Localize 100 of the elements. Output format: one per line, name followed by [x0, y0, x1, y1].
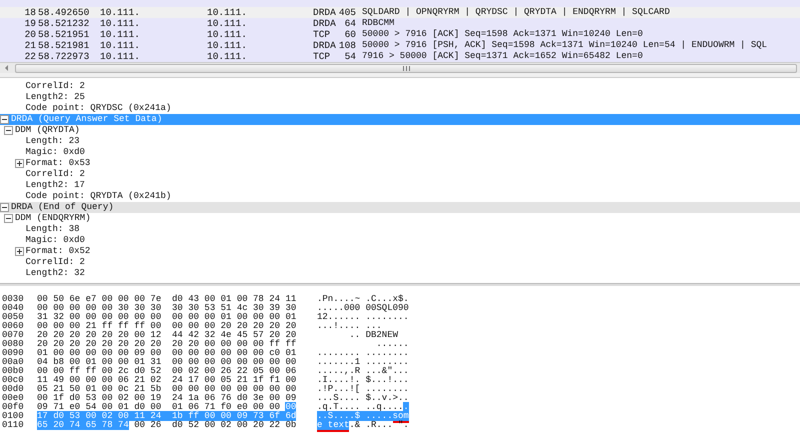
packet-number: 20: [24, 29, 36, 40]
hex-offset: 0030: [1, 295, 25, 304]
tree-row[interactable]: DDM (ENDQRYRM): [0, 213, 800, 224]
hex-bytes: 00 00 00 21 ff ff ff 00 00 00 00 20 20 20 20 20: [37, 321, 296, 331]
packet-length: 64: [344, 18, 356, 29]
ascii-text: .....000 00SQL090: [317, 303, 409, 313]
tree-row[interactable]: Format: 0x53: [0, 158, 800, 169]
tree-row[interactable]: DDM (QRYDTA): [0, 125, 800, 136]
packet-destination: 10.111.: [207, 29, 248, 40]
packet-info: 50000 > 7916 [ACK] Seq=1598 Ack=1371 Win=10240 Len=0: [361, 29, 644, 40]
ascii-text: .!P...![ ........: [317, 384, 409, 394]
packet-destination: 10.111.: [207, 18, 248, 29]
packet-length: 108: [338, 40, 356, 51]
packet-time: 58.521951: [37, 29, 90, 40]
packet-row[interactable]: 21 58.521981 10.111. 10.111. DRDA 108 50000 > 7916 [PSH, ACK] Seq=1598 Ack=1371 Win=10240 Len=54 | ENDUOWRM | SQL: [0, 40, 800, 51]
packet-time: 58.722973: [37, 51, 90, 62]
hex-offset: 00c0: [1, 376, 25, 385]
hex-bytes: 00: [285, 402, 296, 412]
tree-row[interactable]: CorrelId: 2: [0, 169, 800, 180]
hex-bytes: 31 32 00 00 00 00 00 00 00 00 00 01 00 00 00 01: [37, 312, 296, 322]
tree-row[interactable]: DRDA (End of Query): [0, 202, 800, 213]
tree-row[interactable]: CorrelId: 2: [0, 257, 800, 268]
tree-label: Format: 0x52: [26, 246, 90, 257]
collapse-icon[interactable]: [4, 214, 13, 223]
expand-icon[interactable]: [14, 159, 24, 168]
ascii-text: .q.T.... ..q....: [317, 402, 404, 412]
packet-protocol: DRDA: [313, 18, 337, 29]
hex-bytes: 20 20 20 20 20 20 20 20 20 20 00 00 00 00 ff ff: [37, 339, 296, 349]
packet-source: 10.111.: [100, 7, 141, 18]
hex-offset: 00d0: [1, 385, 25, 394]
horizontal-scrollbar[interactable]: [0, 62, 800, 73]
packet-info: SQLDARD | OPNQRYRM | QRYDSC | QRYDTA | ENDQRYRM | SQLCARD: [361, 7, 671, 18]
tree-label: DRDA (End of Query): [11, 202, 114, 213]
packet-row[interactable]: 20 58.521951 10.111. 10.111. TCP 60 50000 > 7916 [ACK] Seq=1598 Ack=1371 Win=10240 Len=0: [0, 29, 800, 40]
packet-source: 10.111.: [100, 29, 141, 40]
packet-info: RDBCMM: [361, 18, 396, 29]
hex-offset: 0070: [1, 331, 25, 340]
hex-bytes: 00 00 00 00 00 30 30 30 30 30 53 51 4c 30 39 30: [37, 303, 296, 313]
packet-source: 10.111.: [100, 18, 141, 29]
hex-bytes: 04 b8 00 01 00 00 01 31 00 00 00 00 00 00 00 00: [37, 357, 296, 367]
tree-row[interactable]: Format: 0x52: [0, 246, 800, 257]
packet-number: 21: [24, 40, 36, 51]
tree-label: Magic: 0xd0: [26, 147, 85, 158]
hex-bytes: 05 21 50 01 00 0c 21 5b 00 00 00 00 00 00 00 00: [37, 384, 296, 394]
ascii-text: .....,.R ...&"...: [317, 366, 409, 376]
hex-bytes: 17 d0 53 00 02 00 11 24 1b ff 00 00 09 73 6f 6d: [37, 411, 296, 421]
packet-row[interactable]: 22 58.722973 10.111. 10.111. TCP 54 7916 > 50000 [ACK] Seq=1371 Ack=1652 Win=65482 Len=0: [0, 51, 800, 62]
ascii-text: 12...... ........: [317, 312, 409, 322]
ascii-text: .: [403, 402, 409, 412]
hex-offset: 0110: [1, 421, 25, 430]
hex-offset: 0040: [1, 304, 25, 313]
hex-offset: 0060: [1, 322, 25, 331]
hex-offset: 0080: [1, 340, 25, 349]
tree-row[interactable]: Magic: 0xd0: [0, 235, 800, 246]
ascii-text: .I....!. $...!...: [317, 375, 409, 385]
tree-label: Length: 23: [26, 136, 80, 147]
ascii-text: .Pn....~ .C...x$.: [317, 294, 409, 304]
left-arrow-icon[interactable]: [3, 64, 11, 72]
hex-offset: 00b0: [1, 367, 25, 376]
tree-row[interactable]: CorrelId: 2: [0, 81, 800, 92]
collapse-icon[interactable]: [4, 126, 13, 135]
hex-offset: 0050: [1, 313, 25, 322]
packet-number: 18: [24, 7, 36, 18]
tree-label: Length: 38: [26, 224, 80, 235]
expand-icon[interactable]: [14, 247, 24, 256]
hex-bytes: 20 20 20 20 20 20 00 12 44 42 32 4e 45 57 20 20: [37, 330, 296, 340]
collapse-icon[interactable]: [0, 203, 9, 212]
packet-protocol: DRDA: [313, 40, 337, 51]
packet-row[interactable]: 19 58.521232 10.111. 10.111. DRDA 64 RDBCMM: [0, 18, 800, 29]
ascii-text: .......1 ........: [317, 357, 409, 367]
packet-source: 10.111.: [100, 40, 141, 51]
ascii-text: ........ ........: [317, 348, 409, 358]
hex-bytes: 00 1f d0 53 00 02 00 19 24 1a 06 76 d0 3e 00 09: [37, 393, 296, 403]
tree-row[interactable]: Length: 38: [0, 224, 800, 235]
packet-length: 54: [344, 51, 356, 62]
tree-row[interactable]: Code point: QRYDTA (0x241b): [0, 191, 800, 202]
tree-row[interactable]: Code point: QRYDSC (0x241a): [0, 103, 800, 114]
packet-info: 7916 > 50000 [ACK] Seq=1371 Ack=1652 Win=65482 Len=0: [361, 51, 644, 62]
packet-row[interactable]: 18 58.492650 10.111. 10.111. DRDA 405 SQLDARD | OPNQRYRM | QRYDSC | QRYDTA | ENDQRYRM | SQLCARD: [0, 7, 800, 18]
packet-source: 10.111.: [100, 51, 141, 62]
tree-label: Length2: 17: [26, 180, 85, 191]
tree-row[interactable]: Length: 23: [0, 136, 800, 147]
hex-offset: 00e0: [1, 394, 25, 403]
tree-row[interactable]: Magic: 0xd0: [0, 147, 800, 158]
packet-protocol: TCP: [313, 29, 332, 40]
tree-label: Format: 0x53: [26, 158, 90, 169]
tree-row[interactable]: Length2: 32: [0, 268, 800, 279]
tree-row[interactable]: Length2: 25: [0, 92, 800, 103]
tree-label: Magic: 0xd0: [26, 235, 85, 246]
packet-protocol: DRDA: [313, 7, 337, 18]
tree-row[interactable]: Length2: 17: [0, 180, 800, 191]
hex-offset: 0090: [1, 349, 25, 358]
hex-offset: 00a0: [1, 358, 25, 367]
hex-bytes: 11 49 00 00 00 06 21 02 24 17 00 05 21 1f f1 00: [37, 375, 296, 385]
hex-bytes: 09 71 e0 54 00 01 d0 00 01 06 71 f0 e0 00 00: [37, 402, 282, 412]
packet-number: 22: [24, 51, 36, 62]
collapse-icon[interactable]: [0, 115, 9, 124]
ascii-text: e text: [317, 420, 350, 432]
tree-label: DDM (QRYDTA): [15, 125, 80, 136]
scrollbar-thumb[interactable]: [15, 64, 797, 72]
